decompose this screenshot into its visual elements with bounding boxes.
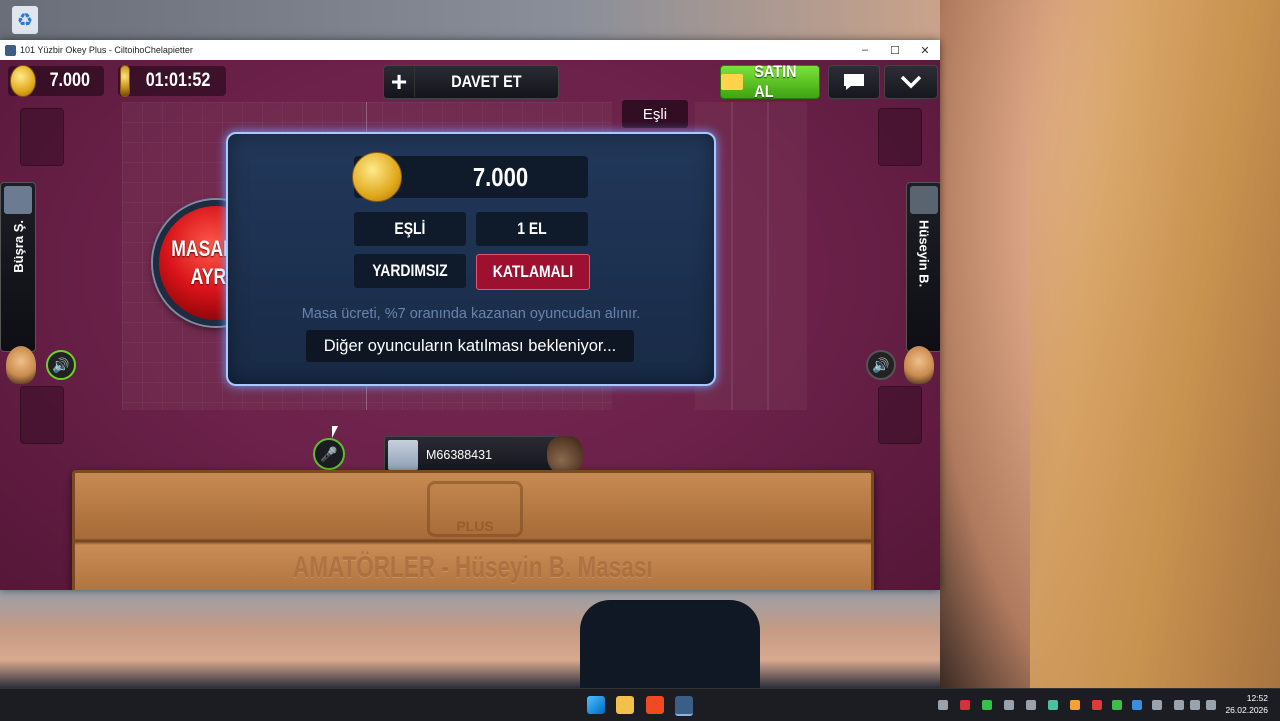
tray-icon[interactable] xyxy=(960,700,970,710)
rounds-badge: 1 EL xyxy=(476,212,588,246)
wifi-icon[interactable] xyxy=(1174,700,1184,710)
recycle-bin-icon[interactable]: ♻ xyxy=(12,6,38,34)
player-self-name: M66388431 xyxy=(426,448,493,462)
minimize-button[interactable]: – xyxy=(850,44,880,56)
system-clock[interactable]: 12:52 26.02.2026 xyxy=(1225,692,1268,716)
avatar xyxy=(388,440,418,470)
maximize-button[interactable]: ☐ xyxy=(880,44,910,57)
rack-caption: AMATÖRLER - Hüseyin B. Masası xyxy=(293,551,653,584)
close-button[interactable]: ✕ xyxy=(910,44,940,57)
rack-logo: PLUS xyxy=(427,481,523,537)
tray-icon[interactable] xyxy=(1004,700,1014,710)
player-left[interactable]: Büşra Ş. xyxy=(0,182,36,352)
coin-icon xyxy=(10,65,37,97)
tile-slot-bottom-right[interactable] xyxy=(878,386,922,444)
tile-slot-bottom-left[interactable] xyxy=(20,386,64,444)
chat-button[interactable] xyxy=(828,65,880,99)
invite-button[interactable]: + DAVET ET xyxy=(383,65,559,99)
partner-tag: Eşli xyxy=(622,100,688,128)
app-window: 101 Yüzbir Okey Plus - CiltoihoChelapiet… xyxy=(0,40,940,590)
ticket-icon xyxy=(721,74,743,90)
wallpaper-bottom xyxy=(0,590,940,690)
tray-icon[interactable] xyxy=(982,700,992,710)
microphone-icon[interactable]: 🎤 xyxy=(313,438,345,470)
mode-badge: EŞLİ xyxy=(354,212,466,246)
timer-value: 01:01:52 xyxy=(145,70,211,91)
chevron-down-icon xyxy=(900,75,922,89)
clock-date: 26.02.2026 xyxy=(1225,705,1268,715)
tray-icon[interactable] xyxy=(1132,700,1142,710)
coin-stack-icon xyxy=(352,152,402,202)
avatar xyxy=(910,186,938,214)
stake-row: 7.000 xyxy=(352,152,588,202)
stake-value: 7.000 xyxy=(473,161,529,192)
volume-icon[interactable] xyxy=(1190,700,1200,710)
coins-display: 7.000 xyxy=(8,65,104,97)
buy-label: SATIN AL xyxy=(754,62,797,101)
player-right[interactable]: Hüseyin B. xyxy=(906,182,940,352)
avatar xyxy=(4,186,32,214)
tray-icon[interactable] xyxy=(938,700,948,710)
mascot-icon xyxy=(6,346,36,384)
doubling-badge: KATLAMALI xyxy=(476,254,590,290)
tray-icon[interactable] xyxy=(1070,700,1080,710)
buy-button[interactable]: SATIN AL xyxy=(720,62,820,101)
title-bar: 101 Yüzbir Okey Plus - CiltoihoChelapiet… xyxy=(0,40,940,60)
battery-icon[interactable] xyxy=(1206,700,1216,710)
player-right-name: Hüseyin B. xyxy=(916,220,932,288)
mouse-cursor xyxy=(332,426,338,438)
timer-display: 01:01:52 xyxy=(118,65,226,97)
invite-label: DAVET ET xyxy=(451,72,522,91)
tile-slot-top-right[interactable] xyxy=(878,108,922,166)
tray-icon[interactable] xyxy=(1112,700,1122,710)
chat-bubble-icon xyxy=(844,74,864,90)
window-title: 101 Yüzbir Okey Plus - CiltoihoChelapiet… xyxy=(20,45,193,55)
speaker-icon[interactable]: 🔊 xyxy=(866,350,896,380)
brave-browser-icon[interactable] xyxy=(646,696,664,714)
tile-rack[interactable]: PLUS AMATÖRLER - Hüseyin B. Masası xyxy=(72,470,874,590)
tray-icon[interactable] xyxy=(1026,700,1036,710)
treasure-chest-icon xyxy=(120,65,130,97)
player-left-name: Büşra Ş. xyxy=(10,220,26,273)
tray-icon[interactable] xyxy=(1152,700,1162,710)
okey-app-icon[interactable] xyxy=(675,696,693,716)
game-area: 7.000 01:01:52 + DAVET ET SATIN AL Eşli xyxy=(0,60,940,590)
menu-button[interactable] xyxy=(884,65,938,99)
tray-icon[interactable] xyxy=(1048,700,1058,710)
wallpaper-dress xyxy=(580,600,760,690)
windows-start-icon[interactable] xyxy=(587,696,605,714)
fee-note: Masa ücreti, %7 oranında kazanan oyuncud… xyxy=(301,306,641,322)
wallpaper-hair xyxy=(1030,0,1280,690)
coins-value: 7.000 xyxy=(50,70,91,91)
taskbar: 12:52 26.02.2026 xyxy=(0,688,1280,721)
helper-badge: YARDIMSIZ xyxy=(354,254,466,288)
mascot-icon xyxy=(904,346,934,384)
file-explorer-icon[interactable] xyxy=(616,696,634,714)
plus-icon: + xyxy=(384,66,415,97)
waiting-status: Diğer oyuncuların katılması bekleniyor..… xyxy=(306,330,634,362)
tray-icon[interactable] xyxy=(1092,700,1102,710)
app-icon xyxy=(5,44,16,56)
speaker-icon[interactable]: 🔊 xyxy=(46,350,76,380)
clock-time: 12:52 xyxy=(1246,693,1268,703)
tile-slot-top-left[interactable] xyxy=(20,108,64,166)
player-self[interactable]: M66388431 xyxy=(384,436,560,474)
table-info-dialog: 7.000 EŞLİ 1 EL YARDIMSIZ KATLAMALI Masa… xyxy=(226,132,716,386)
